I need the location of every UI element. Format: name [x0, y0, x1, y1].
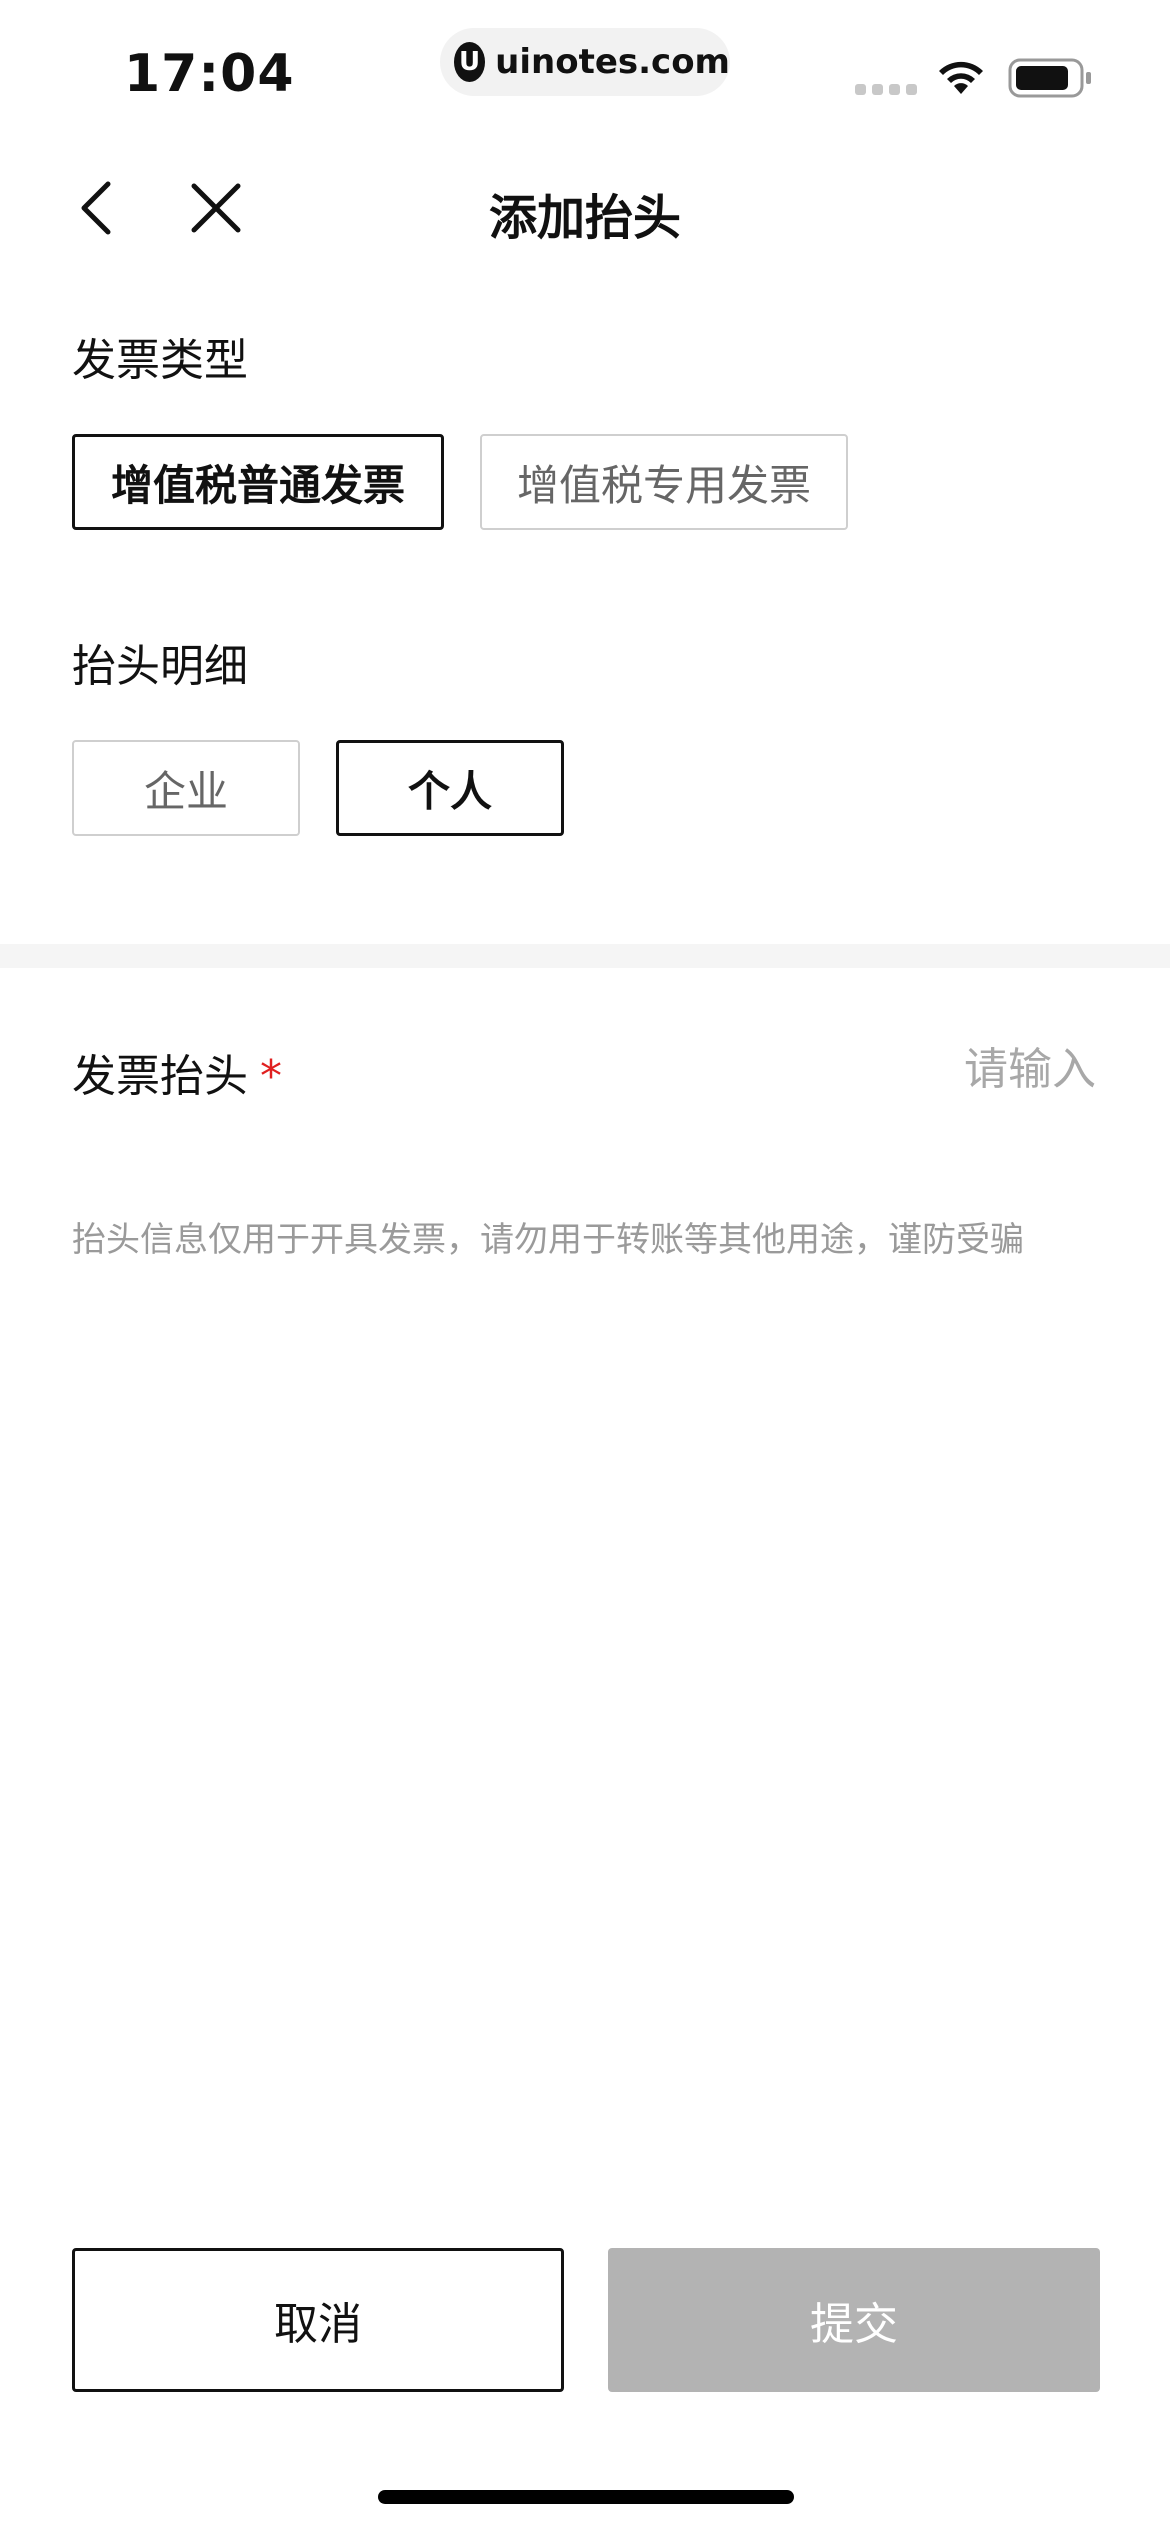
home-indicator[interactable]	[378, 2490, 794, 2504]
required-mark: *	[260, 1051, 282, 1102]
url-bar[interactable]: U uinotes.com	[440, 28, 730, 96]
invoice-title-input[interactable]	[600, 1036, 1096, 1102]
title-detail-label: 抬头明细	[72, 641, 248, 692]
status-time: 17:04	[124, 44, 295, 104]
invoice-title-label-text: 发票抬头	[72, 1051, 248, 1102]
cancel-button[interactable]: 取消	[72, 2248, 564, 2392]
url-text: uinotes.com	[495, 42, 730, 82]
option-personal[interactable]: 个人	[336, 740, 564, 836]
section-divider	[0, 944, 1170, 968]
invoice-title-label: 发票抬头 *	[72, 1040, 282, 1104]
invoice-type-label: 发票类型	[72, 335, 248, 386]
battery-icon	[1008, 58, 1091, 98]
wifi-icon	[939, 61, 983, 94]
page-title: 添加抬头	[488, 190, 681, 246]
site-logo-icon: U	[454, 42, 486, 82]
cellular-signal-icon	[855, 84, 917, 95]
option-general-vat-invoice[interactable]: 增值税普通发票	[72, 434, 444, 530]
option-enterprise[interactable]: 企业	[72, 740, 300, 836]
hint-text: 抬头信息仅用于开具发票，请勿用于转账等其他用途，谨防受骗	[72, 1220, 1024, 1260]
option-special-vat-invoice[interactable]: 增值税专用发票	[480, 434, 848, 530]
submit-button[interactable]: 提交	[608, 2248, 1100, 2392]
